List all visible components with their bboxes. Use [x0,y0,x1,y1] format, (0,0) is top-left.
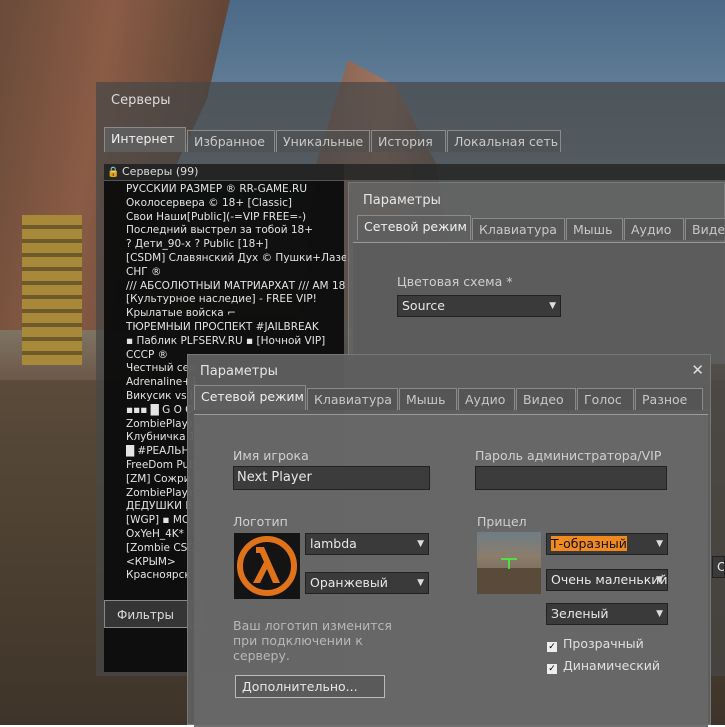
server-row[interactable]: ? Дети_90-х ? Public [18+] [126,238,346,252]
tab-mouse[interactable]: Мышь [399,388,457,410]
tab-multiplayer[interactable]: Сетевой режим [194,385,306,410]
servers-tabs: Интернет Избранное Уникальные История Ло… [104,127,562,152]
lock-icon: 🔒 [107,167,120,178]
logo-combo[interactable]: lambda ▼ [305,533,429,555]
chevron-down-icon: ▼ [656,539,663,549]
chevron-down-icon: ▼ [656,609,663,619]
tab-audio[interactable]: Аудио [624,218,684,240]
server-row[interactable]: [Культурное наследие] - FREE VIP! [126,293,346,307]
tab-keyboard[interactable]: Клавиатура [472,218,565,240]
dynamic-checkbox[interactable]: ✓ Динамический [547,658,660,674]
params-back-title: Параметры [363,193,441,208]
crosshair-color-value: Зеленый [551,606,609,621]
params-back-body: Цветовая схема * Source ▼ [353,242,725,364]
logo-color-combo[interactable]: Оранжевый ▼ [305,572,429,594]
tab-history[interactable]: История [371,130,446,152]
admin-password-input[interactable] [475,466,667,490]
server-row[interactable]: Околосервера © 18+ [Classic] [126,197,346,211]
tab-misc[interactable]: Разное [635,388,703,410]
dynamic-label: Динамический [563,658,661,673]
servers-window-title: Серверы [111,93,171,108]
transparent-label: Прозрачный [563,636,644,651]
params-front-title: Параметры [200,364,278,379]
server-list-header[interactable]: 🔒 Серверы (99) [104,164,725,181]
server-row[interactable]: РУССКИЙ РАЗМЕР ® RR-GAME.RU [126,183,346,197]
logo-note: Ваш логотип изменится при подключении к … [233,618,392,663]
crosshair-size-combo[interactable]: Очень маленький ▼ [546,569,668,591]
admin-password-label: Пароль администратора/VIP [475,448,662,463]
server-row[interactable]: /// АБСОЛЮТНЫЙ МАТРИАРХАТ /// AM 18+ [126,280,346,294]
tab-lan[interactable]: Локальная сеть [447,130,561,152]
color-scheme-value: Source [402,298,445,313]
params-front-tabs: Сетевой режим Клавиатура Мышь Аудио Виде… [194,385,704,410]
check-icon: ✓ [547,664,557,674]
crosshair-preview [477,532,541,594]
logo-color-value: Оранжевый [310,575,388,590]
server-count: Серверы (99) [122,165,199,178]
transparent-checkbox[interactable]: ✓ Прозрачный [547,636,644,652]
server-row[interactable]: СНГ ® [126,266,346,280]
crosshair-shape-combo[interactable]: Т-образный ▼ [546,533,668,555]
industrial-tower [22,215,82,365]
crosshair-color-combo[interactable]: Зеленый ▼ [546,603,668,625]
params-front-body: Имя игрока Next Player Пароль администра… [194,414,708,727]
server-row[interactable]: Свои Наши[Public](-=VIP FREE=-) [126,211,346,225]
advanced-button[interactable]: Дополнительно... [235,675,385,698]
tab-multiplayer[interactable]: Сетевой режим [357,215,471,240]
crosshair-shape-value: Т-образный [551,536,627,551]
chevron-down-icon: ▼ [656,575,663,585]
params-window-back: Параметры Сетевой режим Клавиатура Мышь … [348,182,725,364]
crosshair-size-value: Очень маленький [551,572,668,587]
server-row[interactable]: ТЮРЕМНЫЙ ПРОСПЕКТ #JAILBREAK [126,321,346,335]
close-icon[interactable]: ✕ [691,361,704,379]
tab-audio[interactable]: Аудио [458,388,515,410]
color-scheme-combo[interactable]: Source ▼ [397,295,561,317]
edge-combo-value: О [717,559,724,574]
tab-video[interactable]: Видео [685,218,725,240]
server-row[interactable]: ▪ Паблик PLFSERV.RU ▪ [Ночной VIP] [126,335,346,349]
server-row[interactable]: [CSDM] Славянский Дух © Пушки+Лазеры [126,252,346,266]
params-window-front: Параметры ✕ Сетевой режим Клавиатура Мыш… [187,354,711,727]
tab-internet[interactable]: Интернет [104,127,186,152]
color-scheme-label: Цветовая схема * [397,274,513,289]
check-icon: ✓ [547,642,557,652]
server-row[interactable]: Крылатые войска ⌐ [126,307,346,321]
tab-video[interactable]: Видео [516,388,576,410]
chevron-down-icon: ▼ [549,301,556,311]
params-back-tabs: Сетевой режим Клавиатура Мышь Аудио Виде… [357,215,725,240]
player-name-label: Имя игрока [233,448,309,463]
tab-voice[interactable]: Голос [577,388,634,410]
tab-favorites[interactable]: Избранное [187,130,275,152]
server-row[interactable]: Последний выстрел за тобой 18+ [126,224,346,238]
edge-combo[interactable]: О [712,556,725,578]
logo-value: lambda [310,536,357,551]
crosshair-label: Прицел [477,514,527,529]
tab-mouse[interactable]: Мышь [566,218,623,240]
tab-unique[interactable]: Уникальные [276,130,370,152]
chevron-down-icon: ▼ [417,539,424,549]
lambda-logo-icon [234,533,300,599]
logo-label: Логотип [233,514,288,529]
chevron-down-icon: ▼ [417,578,424,588]
player-name-input[interactable]: Next Player [233,466,430,490]
tab-keyboard[interactable]: Клавиатура [307,388,398,410]
